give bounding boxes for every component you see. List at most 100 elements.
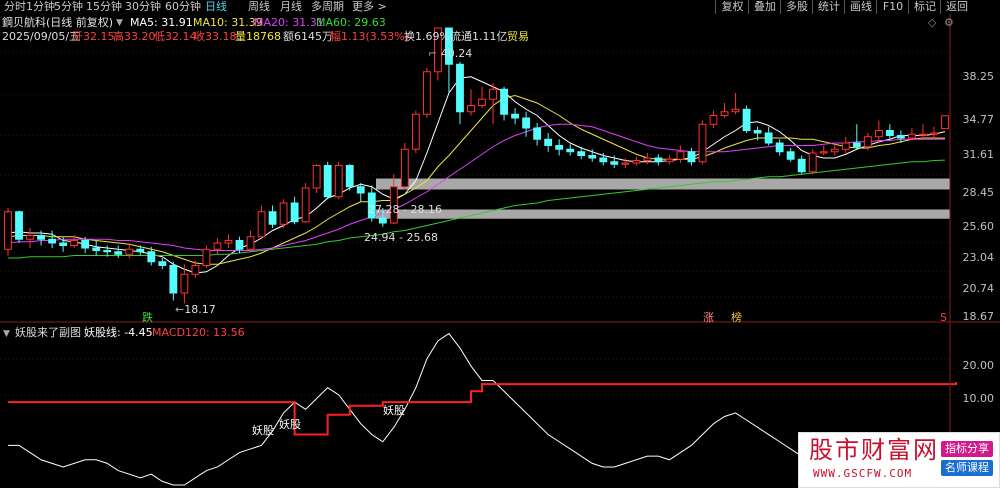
settings-gear-icon[interactable]: ⚙: [944, 16, 954, 30]
period-tab[interactable]: 月线: [280, 0, 302, 14]
candle-body: [941, 115, 949, 130]
candle-body: [246, 236, 255, 250]
candle-body: [378, 217, 387, 224]
candle-body: [158, 261, 167, 266]
candle-body: [775, 142, 784, 153]
candle-body: [235, 240, 244, 250]
toolbar-button[interactable]: 画线: [844, 0, 877, 14]
candle-body: [830, 148, 839, 153]
watermark-tag-course: 名师课程: [941, 460, 993, 476]
period-tab[interactable]: 周线: [248, 0, 270, 14]
candle-body: [544, 138, 553, 146]
y-axis-tick-label: 28.45: [962, 186, 995, 199]
bar-sector: 贸易: [507, 30, 529, 43]
candle-body: [81, 240, 90, 249]
period-tab[interactable]: 60分钟: [165, 0, 201, 14]
candle-body: [489, 88, 497, 100]
period-tab[interactable]: 多周期: [311, 0, 344, 14]
period-tab[interactable]: 5分钟: [54, 0, 83, 14]
candle-body: [422, 71, 431, 115]
candle-body: [103, 250, 112, 253]
watermark-tag-share: 指标分享: [941, 441, 993, 457]
candle-body: [786, 151, 795, 160]
candle-body: [279, 202, 288, 225]
bar-low: 低32.14: [154, 30, 197, 43]
candle-body: [4, 211, 12, 250]
candle-body: [26, 235, 34, 240]
candle-body: [863, 136, 872, 148]
candle-body: [224, 240, 233, 244]
toolbar-button[interactable]: 复权: [715, 0, 749, 14]
y-axis-tick-label: 38.25: [962, 70, 995, 83]
candle-body: [48, 238, 57, 244]
candle-body: [621, 162, 630, 165]
toolbar-button[interactable]: 叠加: [748, 0, 781, 14]
indicator-dropdown-icon[interactable]: ▼: [3, 327, 10, 341]
period-tab[interactable]: 1分钟: [26, 0, 55, 14]
period-tab[interactable]: 更多 >: [352, 0, 387, 14]
candle-body: [566, 148, 575, 153]
toolbar-button[interactable]: 多股: [780, 0, 813, 14]
period-tab[interactable]: 30分钟: [125, 0, 161, 14]
ma60-label: MA60: 29.63: [316, 16, 386, 29]
ma5-label: MA5: 31.91: [130, 16, 193, 29]
settings-diamond-icon[interactable]: ◇: [928, 16, 936, 30]
candle-body: [632, 160, 641, 164]
toolbar-button[interactable]: 统计: [812, 0, 845, 14]
candle-body: [345, 165, 354, 188]
candle-body: [533, 127, 542, 140]
dropdown-arrow-icon[interactable]: ▼: [116, 16, 123, 30]
candle-body: [257, 211, 266, 238]
y-axis-tick-label: 25.60: [962, 220, 995, 233]
sub-y-axis-tick-label: 10.00: [962, 392, 995, 405]
toolbar-button[interactable]: F10: [876, 0, 909, 14]
candle-body: [323, 165, 332, 198]
candle-body: [643, 157, 652, 161]
sub-y-axis-tick-label: 20.00: [962, 359, 995, 372]
candle-body: [896, 135, 905, 139]
candle-body: [191, 265, 200, 275]
toolbar-button[interactable]: 返回: [940, 0, 973, 14]
zone1-label: 27.28 - 28.16: [368, 203, 442, 216]
period-tab[interactable]: 分时: [4, 0, 26, 14]
yao-mark: 妖股: [252, 424, 274, 437]
candle-body: [169, 265, 178, 294]
macd120-line: [8, 382, 958, 436]
candle-body: [731, 108, 740, 113]
chart-canvas: [0, 14, 1000, 487]
candle-body: [764, 132, 773, 144]
toolbar-button[interactable]: 标记: [908, 0, 941, 14]
y-axis-tick-label: 18.67: [962, 310, 995, 323]
zhang-marker: 涨: [703, 311, 714, 324]
watermark-logo: 股市财富网 WWW.GSCFW.COM 指标分享 名师课程: [798, 432, 1000, 488]
candle-body: [808, 152, 817, 173]
candle-body: [70, 240, 79, 246]
candle-body: [819, 151, 828, 154]
candle-body: [522, 117, 531, 129]
ma20-label: MA20: 31.31: [254, 16, 324, 29]
macd-value: MACD120: 13.56: [152, 326, 245, 339]
candle-body: [720, 111, 729, 116]
ma10-label: MA10: 31.39: [193, 16, 263, 29]
bar-high: 高33.20: [113, 30, 156, 43]
yao-mark: 妖股: [279, 418, 301, 431]
bar-open: 开32.15: [72, 30, 115, 43]
candle-body: [400, 148, 409, 188]
y-axis-tick-label: 34.77: [962, 113, 995, 126]
candle-body: [136, 248, 145, 253]
period-tab[interactable]: 日线: [205, 0, 227, 14]
period-tab[interactable]: 15分钟: [86, 0, 122, 14]
candle-body: [92, 247, 101, 251]
candle-body: [709, 115, 718, 125]
candle-body: [885, 130, 894, 136]
candle-body: [125, 248, 134, 255]
candle-body: [268, 211, 277, 225]
candle-body: [797, 158, 806, 173]
indicator-title: 妖股来了副图: [15, 326, 81, 339]
candle-body: [930, 132, 938, 135]
candle-body: [599, 157, 608, 163]
watermark-title: 股市财富网: [809, 436, 939, 464]
candle-body: [59, 242, 68, 246]
candle-body: [698, 123, 707, 163]
candle-body: [753, 130, 762, 134]
